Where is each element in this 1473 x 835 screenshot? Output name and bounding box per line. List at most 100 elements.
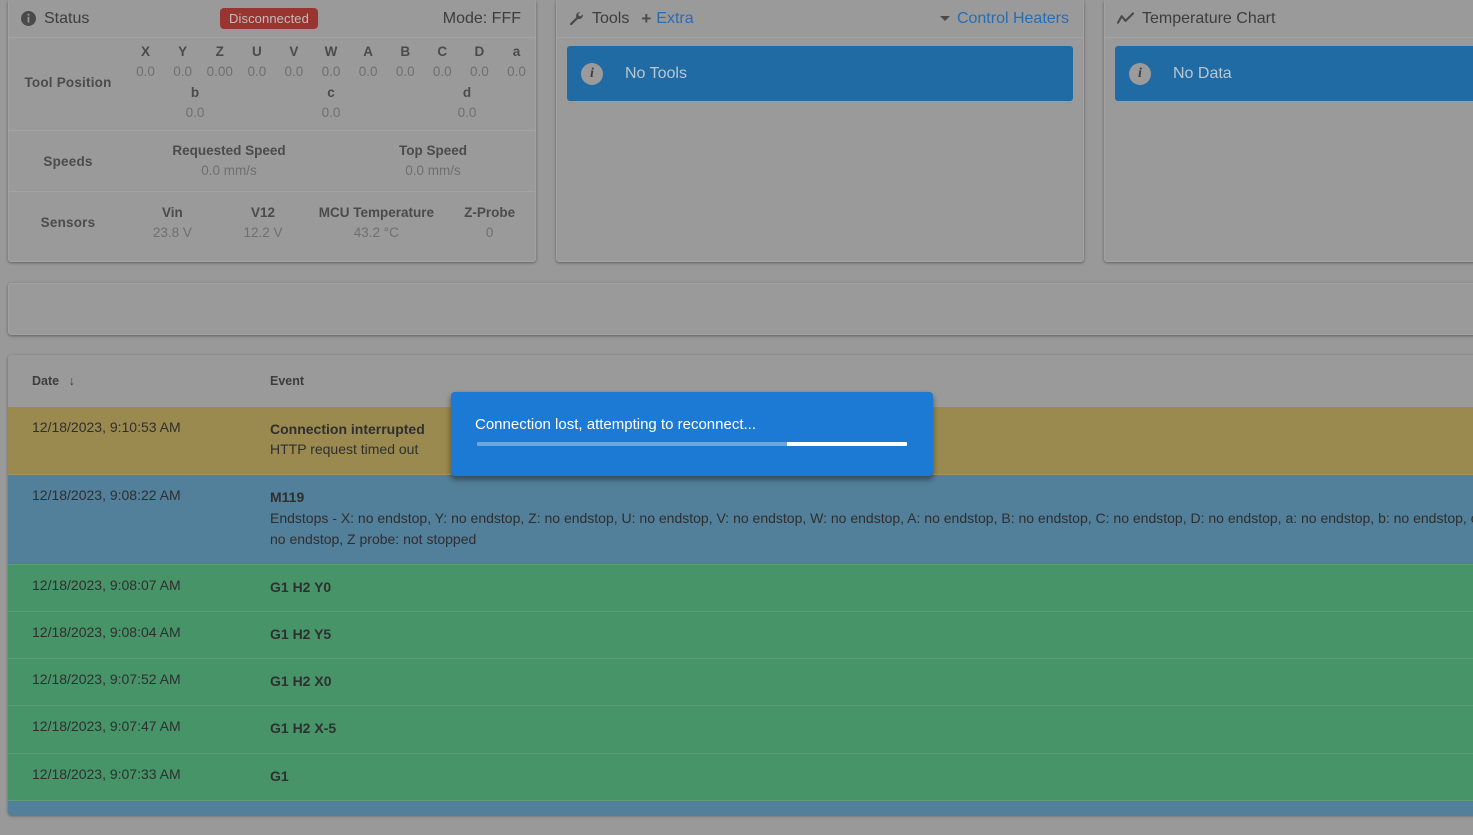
empty-panel [8,283,1473,335]
status-panel-title: Status [44,9,90,27]
app-root: Status Disconnected Mode: FFF Tool Posit… [0,0,1473,835]
info-circle-icon: i [1129,62,1151,85]
status-panel: Status Disconnected Mode: FFF Tool Posit… [8,0,536,262]
event-details: G1 H2 Y0 [270,563,1473,612]
speed-cell: Top Speed 0.0 mm/s [331,141,535,182]
axis-cell: B 0.0 [387,42,424,81]
tool-position-section: Tool Position X 0.0 Y 0.0 Z 0.00 U 0.0 V 0.0 … [9,38,535,132]
axis-key: V [289,44,299,59]
event-title: G1 [270,767,289,784]
axis-cell: a 0.0 [498,42,535,81]
speed-value: 0.0 mm/s [201,163,257,179]
axis-cell: b 0.0 [127,83,263,122]
axis-cell: V 0.0 [275,42,312,81]
axis-key: Y [178,44,188,59]
table-row[interactable]: 12/18/2023, 9:07:08 AM M119 Endstops - X… [8,800,1473,815]
sensor-value: 0 [485,224,494,240]
table-row[interactable]: 12/18/2023, 9:07:52 AM G1 H2 X0 [8,658,1473,706]
sensor-key: V12 [250,204,276,220]
info-circle-icon: i [581,62,603,85]
axis-key: A [363,44,373,59]
status-panel-header: Status Disconnected Mode: FFF [9,0,535,38]
control-heaters-link[interactable]: Control Heaters [957,10,1069,28]
tool-position-label: Tool Position [24,74,112,90]
axis-key: d [462,85,472,101]
event-body-line-1: Endstops - X: no endstop, Y: no endstop,… [270,509,1473,526]
table-row[interactable]: 12/18/2023, 9:07:33 AM G1 [8,752,1473,801]
connection-toast[interactable]: Connection lost, attempting to reconnect… [451,392,933,476]
event-date: 12/18/2023, 9:08:07 AM [8,563,270,612]
temperature-chart-header: Temperature Chart [1105,0,1473,38]
sensor-value: 23.8 V [152,224,192,240]
axis-cell: Y 0.0 [164,42,201,81]
table-row[interactable]: 12/18/2023, 9:08:22 AM M119 Endstops - X… [8,474,1473,565]
sensors-section: Sensors Vin 23.8 V V12 12.2 V MCU Temperat… [9,192,535,253]
axis-key: D [474,44,485,59]
axis-value: 0.0 [507,63,526,79]
column-header-event-label: Event [270,374,305,388]
chevron-down-icon[interactable] [939,16,950,21]
sensor-cell: Z-Probe 0 [444,203,535,244]
event-date: 12/18/2023, 9:07:08 AM [8,800,270,815]
table-row[interactable]: 12/18/2023, 9:08:04 AM G1 H2 Y5 [8,610,1473,659]
extra-link[interactable]: Extra [656,10,693,28]
tools-panel-header: Tools + Extra Control Heaters [557,0,1083,38]
event-title: G1 H2 Y5 [270,625,332,642]
sensor-cell: MCU Temperature 43.2 °C [308,203,444,244]
sensors-grid: Vin 23.8 V V12 12.2 V MCU Temperature 43.2 … [127,203,535,244]
axis-value: 0.00 [206,63,233,79]
axis-cell: D 0.0 [461,42,498,81]
sensor-cell: V12 12.2 V [218,203,309,244]
axis-key: B [400,44,411,59]
speeds-label: Speeds [43,153,93,169]
axis-value: 0.0 [395,63,415,79]
temperature-chart-title: Temperature Chart [1142,9,1276,27]
axis-key: Z [215,44,224,59]
no-data-alert: i No Data [1115,46,1473,101]
top-panels-row: Status Disconnected Mode: FFF Tool Posit… [0,0,1473,262]
axis-value: 0.0 [136,63,155,79]
no-tools-alert: i No Tools [567,46,1073,101]
axis-cell: c 0.0 [263,83,399,122]
axis-key: X [141,44,151,59]
axis-value: 0.0 [470,63,489,79]
event-date: 12/18/2023, 9:10:53 AM [32,419,181,435]
column-header-date[interactable]: Date ↓ [8,355,270,407]
table-row[interactable]: 12/18/2023, 9:07:47 AM G1 H2 X-5 [8,705,1473,754]
plus-icon[interactable]: + [641,9,651,29]
event-details: G1 H2 X0 [270,658,1473,706]
sensor-key: Vin [161,204,183,220]
event-date: 12/18/2023, 9:08:22 AM [8,474,270,565]
info-circle-icon [21,11,36,26]
control-heaters-group[interactable]: Control Heaters [939,10,1069,28]
temperature-chart-panel: Temperature Chart i No Data [1104,0,1473,262]
event-title: G1 H2 X0 [270,673,332,690]
column-header-date-label: Date [32,374,60,388]
machine-mode-label: Mode: FFF [442,9,521,27]
axis-value: 0.0 [247,63,267,79]
speed-key: Requested Speed [172,143,286,158]
axis-cell: A 0.0 [350,42,387,81]
axis-key: U [251,44,262,59]
event-details: G1 H2 X-5 [270,705,1473,754]
event-details: G1 H2 Y5 [270,610,1473,659]
line-chart-icon [1117,11,1134,26]
sensor-key: MCU Temperature [318,204,434,220]
connection-toast-message: Connection lost, attempting to reconnect… [475,416,756,433]
speed-key: Top Speed [398,143,467,158]
sensor-value: 43.2 °C [353,224,399,240]
axis-key: c [327,85,335,101]
axis-cell: Z 0.00 [201,42,238,81]
event-date: 12/18/2023, 9:07:33 AM [8,752,270,801]
wrench-icon [569,11,584,26]
table-row[interactable]: 12/18/2023, 9:08:07 AM G1 H2 Y0 [8,563,1473,612]
axis-key: a [512,44,521,59]
axis-value: 0.0 [321,104,341,120]
axis-value: 0.0 [284,63,304,79]
tools-panel: Tools + Extra Control Heaters i No Tools [556,0,1084,262]
speeds-section: Speeds Requested Speed 0.0 mm/s Top Speed… [9,131,535,193]
axis-cell: W 0.0 [312,42,349,81]
event-date: 12/18/2023, 9:07:47 AM [8,705,270,754]
connection-toast-progress [477,442,907,446]
sort-desc-arrow-icon[interactable]: ↓ [69,374,75,388]
